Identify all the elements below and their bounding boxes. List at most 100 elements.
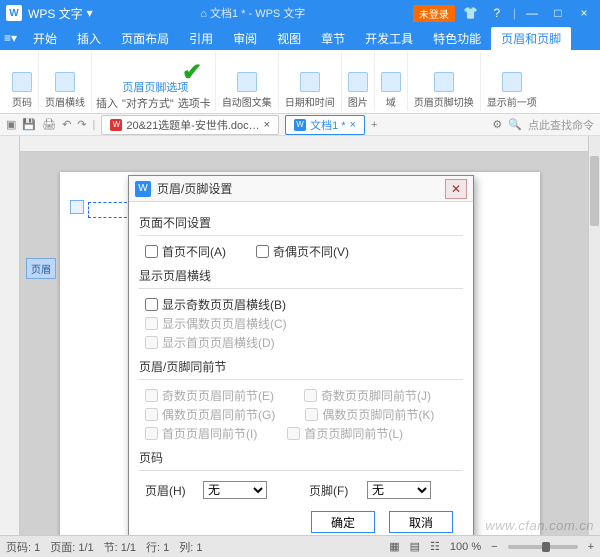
tab-close-icon[interactable]: ×	[264, 119, 270, 131]
status-page[interactable]: 页码: 1	[6, 539, 40, 555]
picture-icon	[348, 72, 368, 92]
help-icon[interactable]: ?	[487, 6, 507, 20]
autotext-icon	[237, 72, 257, 92]
autotext-button[interactable]: 自动图文集	[220, 70, 274, 111]
view-icon[interactable]: ▦	[389, 540, 399, 553]
qa-save-icon[interactable]: 💾	[22, 118, 36, 131]
header-footer-dialog: W 页眉/页脚设置 ✕ 页面不同设置 首页不同(A) 奇偶页不同(V) 显示页眉…	[128, 175, 474, 548]
header-pagenum-select[interactable]: 无	[203, 481, 267, 499]
zoom-thumb[interactable]	[542, 542, 550, 552]
first-ftr-same-checkbox: 首页页脚同前节(L)	[287, 425, 403, 442]
even-headerline-checkbox: 显示偶数页页眉横线(C)	[145, 315, 287, 332]
gear-icon[interactable]: ⚙	[492, 118, 502, 131]
minimize-button[interactable]: —	[522, 6, 542, 20]
datetime-button[interactable]: 日期和时间	[283, 70, 337, 111]
qa-redo-icon[interactable]: ↷	[77, 118, 86, 131]
scrollbar-thumb[interactable]	[590, 156, 599, 226]
tab-insert[interactable]: 插入	[67, 27, 111, 50]
first-headerline-checkbox: 显示首页页眉横线(D)	[145, 334, 275, 351]
login-badge[interactable]: 未登录	[413, 5, 455, 22]
dialog-titlebar[interactable]: W 页眉/页脚设置 ✕	[129, 176, 473, 202]
hamburger-icon[interactable]: ≡▾	[4, 31, 17, 45]
search-hint[interactable]: 点此查找命令	[528, 117, 594, 133]
showprev-icon	[502, 72, 522, 92]
section-headerline: 显示页眉横线	[139, 267, 463, 284]
watermark: www.cfan.com.cn	[485, 518, 594, 533]
zoom-in-button[interactable]: +	[588, 541, 594, 553]
tab-review[interactable]: 审阅	[223, 27, 267, 50]
window-title: ⌂ 文档1 * - WPS 文字	[93, 5, 413, 21]
zoom-value[interactable]: 100 %	[450, 541, 481, 553]
section-page-diff: 页面不同设置	[139, 214, 463, 231]
qa-undo-icon[interactable]: ↶	[62, 118, 71, 131]
tab-features[interactable]: 特色功能	[423, 27, 491, 50]
switch-icon	[434, 72, 454, 92]
pagenum-icon	[12, 72, 32, 92]
picture-button[interactable]: 图片	[346, 70, 370, 111]
insert-button[interactable]: 插入	[96, 95, 118, 111]
tab-reference[interactable]: 引用	[179, 27, 223, 50]
titlebar: W WPS 文字 ▾ ⌂ 文档1 * - WPS 文字 未登录 👕 ? | — …	[0, 0, 600, 26]
ok-button[interactable]: 确定	[311, 511, 375, 533]
view-icon-2[interactable]: ▤	[410, 540, 420, 553]
datetime-icon	[300, 72, 320, 92]
qa-print-icon[interactable]: 🖨	[42, 118, 56, 131]
odd-ftr-same-checkbox: 奇数页页脚同前节(J)	[304, 387, 431, 404]
status-line[interactable]: 行: 1	[146, 539, 169, 555]
doc-tab-1[interactable]: W20&21选题单-安世伟.doc…×	[101, 115, 279, 135]
vertical-ruler[interactable]	[0, 136, 20, 535]
first-page-diff-checkbox[interactable]: 首页不同(A)	[145, 243, 226, 260]
tab-view[interactable]: 视图	[267, 27, 311, 50]
first-hdr-same-checkbox: 首页页眉同前节(I)	[145, 425, 257, 442]
maximize-button[interactable]: □	[548, 6, 568, 20]
tab-section[interactable]: 章节	[311, 27, 355, 50]
odd-headerline-checkbox[interactable]: 显示奇数页页眉横线(B)	[145, 296, 286, 313]
footer-pagenum-select[interactable]: 无	[367, 481, 431, 499]
options-text[interactable]: 页眉页脚选项	[122, 79, 188, 95]
tab-headerfooter[interactable]: 页眉和页脚	[491, 27, 571, 50]
menubar: ≡▾ 开始 插入 页面布局 引用 审阅 视图 章节 开发工具 特色功能 页眉和页…	[0, 26, 600, 50]
checkmark-annotation: ✔	[182, 58, 202, 87]
status-section[interactable]: 节: 1/1	[104, 539, 136, 555]
dialog-title: 页眉/页脚设置	[157, 180, 232, 197]
section-pagenum: 页码	[139, 449, 463, 466]
qa-new-icon[interactable]: ▣	[6, 118, 16, 131]
status-pages[interactable]: 页面: 1/1	[50, 539, 93, 555]
field-button[interactable]: 域	[379, 70, 403, 111]
tab-pagelayout[interactable]: 页面布局	[111, 27, 179, 50]
headerline-button[interactable]: 页眉横线	[43, 70, 87, 111]
cancel-button[interactable]: 取消	[389, 511, 453, 533]
header-margin-marker	[70, 200, 84, 214]
field-icon	[381, 72, 401, 92]
app-logo: W	[6, 5, 22, 21]
footer-pagenum-label: 页脚(F)	[309, 482, 361, 499]
even-ftr-same-checkbox: 偶数页页脚同前节(K)	[305, 406, 434, 423]
close-button[interactable]: ×	[574, 6, 594, 20]
app-name: WPS 文字	[28, 5, 83, 22]
vertical-scrollbar[interactable]	[588, 136, 600, 535]
zoom-slider[interactable]	[508, 545, 578, 549]
headerline-icon	[55, 72, 75, 92]
tab-start[interactable]: 开始	[23, 27, 67, 50]
options-card[interactable]: 选项卡	[178, 95, 211, 111]
doc-tab-2[interactable]: W文档1 *×	[285, 115, 365, 135]
add-tab-button[interactable]: +	[371, 119, 377, 131]
even-hdr-same-checkbox: 偶数页页眉同前节(G)	[145, 406, 275, 423]
align-button[interactable]: "对齐方式"	[122, 95, 174, 111]
zoom-out-button[interactable]: −	[491, 541, 497, 553]
tab-devtools[interactable]: 开发工具	[355, 27, 423, 50]
pagenum-button[interactable]: 页码	[10, 70, 34, 111]
tab-close-icon[interactable]: ×	[350, 119, 356, 131]
section-sameprev: 页眉/页脚同前节	[139, 358, 463, 375]
view-icon-3[interactable]: ☷	[430, 540, 440, 553]
search-icon[interactable]: 🔍	[508, 118, 522, 131]
dialog-close-button[interactable]: ✕	[445, 179, 467, 199]
horizontal-ruler[interactable]	[20, 136, 588, 152]
skin-icon[interactable]: 👕	[461, 6, 481, 20]
statusbar: 页码: 1 页面: 1/1 节: 1/1 行: 1 列: 1 ▦ ▤ ☷ 100…	[0, 535, 600, 557]
oddeven-diff-checkbox[interactable]: 奇偶页不同(V)	[256, 243, 349, 260]
switch-button[interactable]: 页眉页脚切换	[412, 70, 476, 111]
status-col[interactable]: 列: 1	[179, 539, 202, 555]
header-tag-label: 页眉	[26, 258, 56, 279]
showprev-button[interactable]: 显示前一项	[485, 70, 539, 111]
